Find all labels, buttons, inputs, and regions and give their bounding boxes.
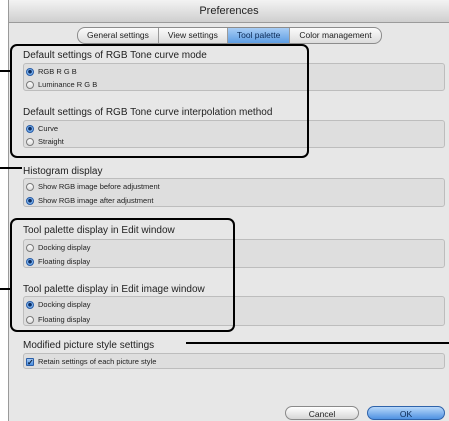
leader-line — [0, 70, 12, 72]
radio-unselected-icon — [26, 182, 34, 191]
section-title: Modified picture style settings — [23, 340, 155, 351]
tab-view-settings[interactable]: View settings — [157, 28, 227, 43]
option-group: Show RGB image before adjustment Show RG… — [23, 178, 445, 207]
tab-color-management[interactable]: Color management — [289, 28, 380, 43]
option-group: ✓ Retain settings of each picture style — [23, 353, 445, 369]
callout-frame-tool-palette — [10, 218, 235, 332]
leader-line — [186, 342, 449, 344]
leader-line — [0, 288, 12, 290]
radio-selected-icon — [26, 196, 34, 205]
leader-line — [0, 167, 22, 169]
ok-button[interactable]: OK — [367, 406, 445, 420]
window-title: Preferences — [9, 0, 449, 23]
option-label: Show RGB image after adjustment — [38, 196, 154, 205]
tab-general-settings[interactable]: General settings — [78, 28, 158, 43]
radio-show-before-adjustment[interactable]: Show RGB image before adjustment — [26, 181, 160, 192]
callout-frame-tone-curve — [10, 44, 309, 158]
section-title: Histogram display — [23, 166, 103, 177]
option-label: Retain settings of each picture style — [38, 357, 157, 366]
checkmark-icon: ✓ — [26, 357, 34, 367]
cancel-button[interactable]: Cancel — [285, 406, 359, 420]
tab-tool-palette[interactable]: Tool palette — [226, 28, 290, 43]
radio-show-after-adjustment[interactable]: Show RGB image after adjustment — [26, 195, 153, 206]
option-label: Show RGB image before adjustment — [38, 182, 160, 191]
checkbox-retain-settings[interactable]: ✓ Retain settings of each picture style — [26, 356, 156, 367]
tab-bar: General settings View settings Tool pale… — [77, 27, 382, 44]
